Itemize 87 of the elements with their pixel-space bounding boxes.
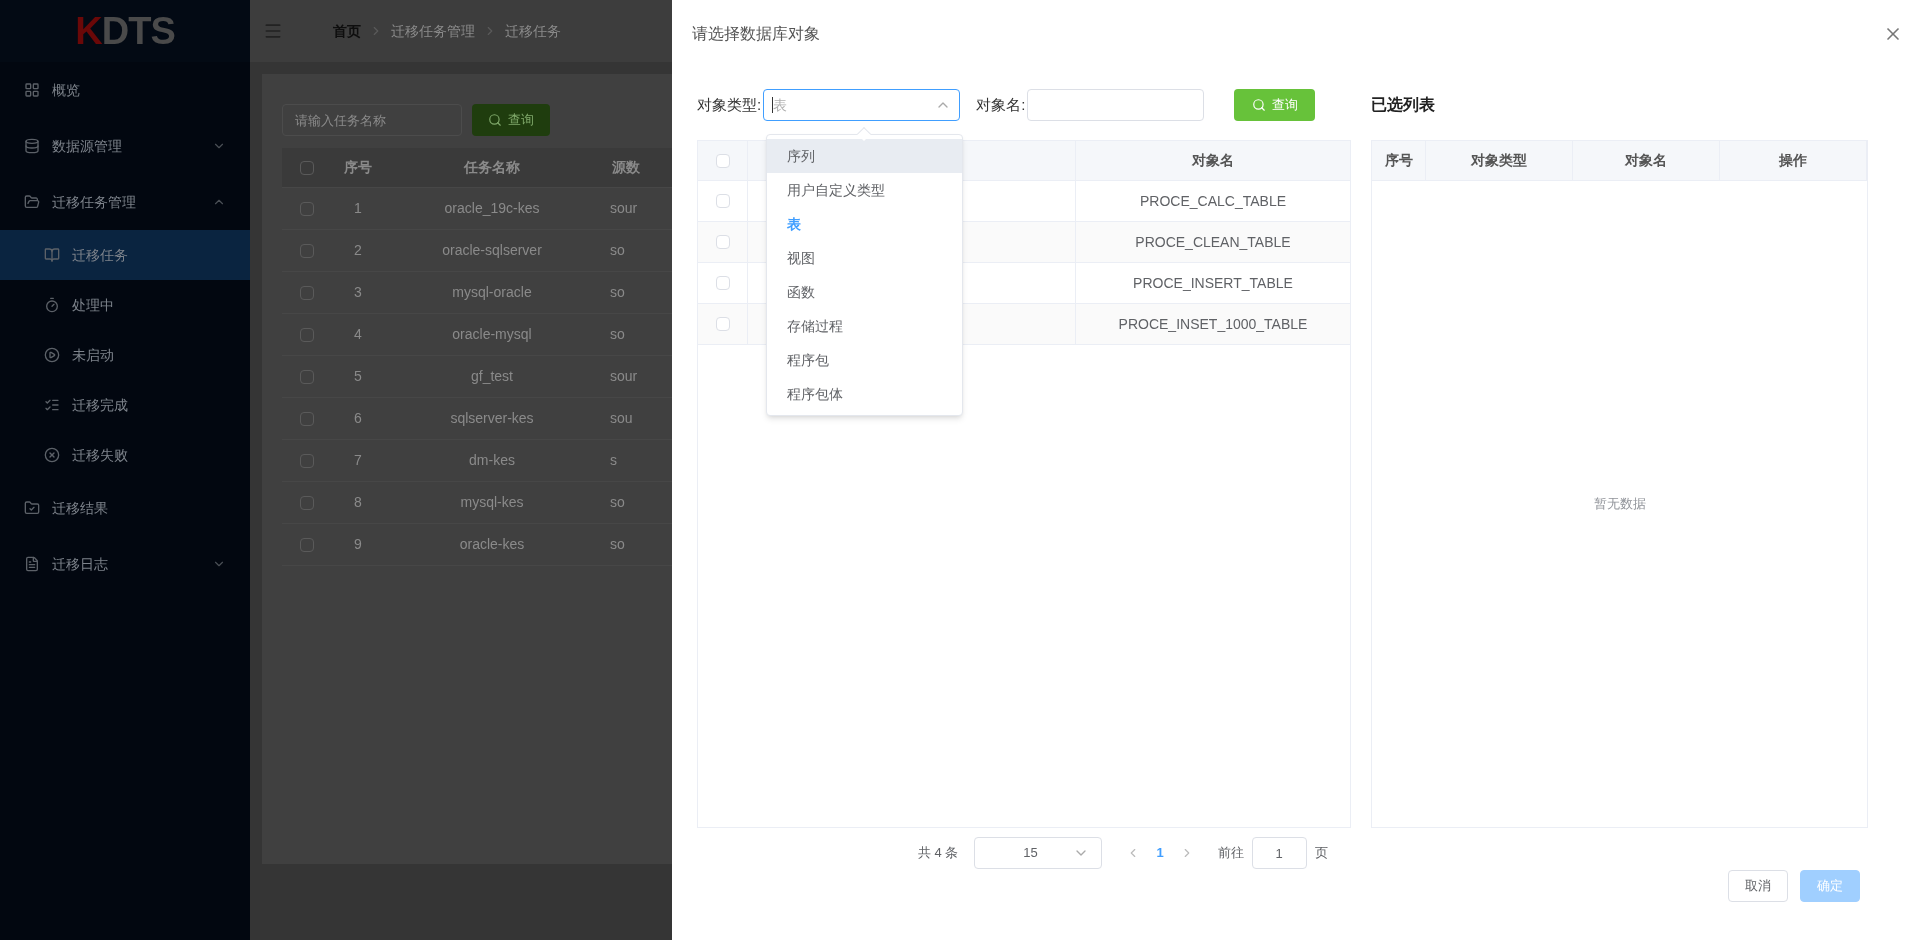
table-cell-text: oracle-kes: [458, 535, 526, 554]
checkbox[interactable]: [300, 160, 314, 175]
table-cell-text: 5: [353, 367, 363, 386]
checkbox[interactable]: [300, 285, 314, 300]
search-button[interactable]: 查询: [472, 104, 550, 136]
page-number[interactable]: 1: [1156, 843, 1164, 863]
table-cell-text: PROCE_CLEAN_TABLE: [1134, 232, 1292, 252]
table-cell-text: mysql-kes: [459, 493, 525, 512]
table-cell-text: sqlserver-kes: [449, 409, 535, 428]
table-cell-text: 3: [353, 283, 363, 302]
checkbox[interactable]: [300, 201, 314, 216]
field-label: 对象类型:: [697, 94, 762, 115]
drawer-title: 请选择数据库对象: [692, 24, 820, 44]
checkbox[interactable]: [300, 495, 314, 510]
dropdown-option[interactable]: 序列: [767, 139, 962, 173]
section-title: 已选列表: [1371, 95, 1435, 115]
sidebar-item[interactable]: 迁移日志: [0, 536, 250, 592]
column-header: 源数: [611, 158, 640, 177]
table-cell-text: PROCE_INSET_1000_TABLE: [1117, 314, 1309, 334]
table-cell-text: so: [609, 241, 625, 260]
dropdown-option[interactable]: 存储过程: [767, 309, 962, 343]
table-cell-text: sour: [609, 367, 638, 386]
table-cell-text: dm-kes: [468, 451, 516, 470]
sidebar-subitem[interactable]: 迁移完成: [0, 380, 250, 430]
checkbox[interactable]: [300, 537, 314, 552]
column-header: 序号: [343, 158, 373, 177]
table-cell-text: 2: [353, 241, 363, 260]
sidebar-subitem[interactable]: 未启动: [0, 330, 250, 380]
sidebar-item[interactable]: 迁移任务管理: [0, 174, 250, 230]
table-cell-text: so: [609, 283, 625, 302]
checkbox[interactable]: [300, 369, 314, 384]
table-cell-text: 6: [353, 409, 363, 428]
dropdown-option[interactable]: 程序包体: [767, 377, 962, 411]
checkbox[interactable]: [300, 327, 314, 342]
object-name-field[interactable]: [1027, 89, 1205, 121]
column-header: 操作: [1720, 141, 1867, 180]
goto-page-field[interactable]: 1: [1251, 837, 1307, 869]
table-cell-text: oracle-sqlserver: [441, 241, 543, 260]
column-header: 对象类型: [1426, 141, 1573, 180]
sidebar-item[interactable]: 数据源管理: [0, 118, 250, 174]
table-cell-text: mysql-oracle: [451, 283, 533, 302]
sidebar-item[interactable]: 概览: [0, 62, 250, 118]
task-search-field[interactable]: 请输入任务名称: [282, 104, 462, 136]
dropdown-option[interactable]: 表: [767, 207, 962, 241]
column-header: 对象名: [1191, 151, 1235, 170]
table-cell-text: sour: [609, 199, 638, 218]
table-cell-text: PROCE_CALC_TABLE: [1139, 191, 1287, 211]
table-cell-text: PROCE_INSERT_TABLE: [1132, 273, 1294, 293]
breadcrumb-item[interactable]: 迁移任务管理: [391, 20, 475, 42]
checkbox[interactable]: [300, 411, 314, 426]
breadcrumb-item: 迁移任务: [505, 21, 561, 41]
table-cell-text: gf_test: [470, 367, 514, 386]
table-cell-text: 4: [353, 325, 363, 344]
table-cell-text: s: [609, 451, 617, 470]
logo-text: KDTS: [75, 8, 175, 54]
field-label: 对象名:: [976, 94, 1026, 115]
checkbox[interactable]: [300, 453, 314, 468]
empty-text: 暂无数据: [1593, 495, 1646, 514]
table-cell-text: oracle_19c-kes: [443, 199, 541, 218]
column-header: 序号: [1372, 141, 1426, 180]
page-size-select[interactable]: 15: [974, 837, 1103, 869]
checkbox[interactable]: [300, 243, 314, 258]
goto-label: 前往: [1217, 844, 1244, 863]
column-header: 对象名: [1573, 141, 1720, 180]
column-header: 任务名称: [462, 158, 521, 177]
cancel-button[interactable]: 取消: [1728, 870, 1788, 902]
table-cell-text: so: [609, 325, 625, 344]
table-cell-text: so: [609, 535, 625, 554]
table-cell-text: so: [609, 493, 625, 512]
table-cell-text: sou: [609, 409, 633, 428]
total-count: 共 4 条: [918, 844, 959, 863]
sidebar-subitem[interactable]: 处理中: [0, 280, 250, 330]
sidebar-subitem[interactable]: 迁移任务: [0, 230, 250, 280]
table-cell-text: oracle-mysql: [451, 325, 533, 344]
table-cell-text: 8: [353, 493, 363, 512]
table-cell-text: 7: [353, 451, 363, 470]
sidebar-item[interactable]: 迁移结果: [0, 480, 250, 536]
search-icon: [488, 113, 502, 127]
sidebar-subitem[interactable]: 迁移失败: [0, 430, 250, 480]
table-cell-text: 9: [353, 535, 363, 554]
dropdown-option[interactable]: 用户自定义类型: [767, 173, 962, 207]
search-icon: [1251, 98, 1266, 112]
table-cell-text: 1: [353, 199, 363, 218]
dropdown-option[interactable]: 函数: [767, 275, 962, 309]
dropdown-option[interactable]: 程序包: [767, 343, 962, 377]
page-unit: 页: [1314, 844, 1328, 863]
dropdown-option[interactable]: 视图: [767, 241, 962, 275]
